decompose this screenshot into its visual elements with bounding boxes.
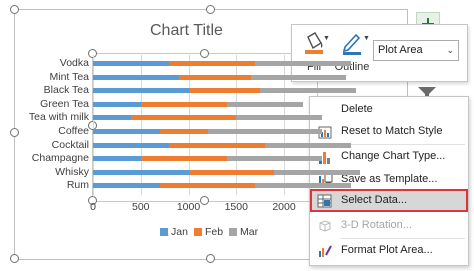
bar-jan[interactable] — [93, 74, 179, 80]
category-label: Vodka — [59, 57, 89, 69]
menu-separator — [341, 238, 465, 239]
bar-jan[interactable] — [93, 129, 160, 134]
menu-separator — [341, 144, 465, 145]
menu-item-reset-style-label: Reset to Match Style — [341, 125, 443, 137]
bar-feb[interactable] — [188, 88, 261, 94]
format-mini-toolbar: Fill Outline ▼ ▼ Plot Area ⌄ — [291, 24, 468, 82]
bar-mar[interactable] — [226, 101, 304, 107]
bar-jan[interactable] — [93, 115, 132, 121]
bar-mar[interactable] — [250, 74, 347, 80]
legend-swatch-feb — [193, 228, 202, 236]
fill-dropdown-arrow[interactable]: ▼ — [323, 35, 330, 42]
resize-handle-top-left[interactable] — [10, 5, 19, 14]
category-label: Champagne — [31, 152, 89, 165]
legend-item-mar: Mar — [229, 226, 258, 238]
legend-item-feb: Feb — [193, 226, 224, 238]
x-tick-label: 1500 — [224, 201, 248, 213]
legend-swatch-mar — [229, 228, 238, 236]
bar-mar[interactable] — [255, 183, 351, 189]
bar-mar[interactable] — [236, 115, 323, 121]
bar-feb[interactable] — [140, 156, 227, 162]
category-label: Green Tea — [40, 97, 89, 110]
category-label: Whisky — [55, 165, 89, 178]
category-label: Coffee — [58, 125, 89, 137]
bar-jan[interactable] — [93, 183, 160, 189]
bar-feb[interactable] — [159, 129, 208, 134]
context-menu: Delete Reset to Match Style Change Chart… — [309, 96, 469, 266]
bar-jan[interactable] — [93, 169, 189, 175]
chevron-down-icon: ⌄ — [446, 45, 454, 55]
category-label: Black Tea — [43, 84, 89, 97]
bar-feb[interactable] — [131, 115, 237, 121]
menu-item-delete[interactable]: Delete — [310, 99, 468, 121]
bar-jan[interactable] — [93, 101, 141, 107]
bar-feb[interactable] — [169, 61, 256, 66]
bar-feb[interactable] — [140, 101, 227, 107]
chart-title[interactable]: Chart Title — [150, 22, 223, 40]
resize-handle-bottom-left[interactable] — [10, 254, 19, 263]
chart-legend[interactable]: Jan Feb Mar — [160, 226, 258, 238]
resize-handle-left-middle[interactable] — [10, 128, 19, 137]
rotation-3d-icon — [317, 218, 333, 234]
bar-mar[interactable] — [274, 169, 361, 175]
menu-item-select-data[interactable]: Select Data... — [310, 189, 468, 212]
bar-feb[interactable] — [159, 183, 256, 189]
resize-handle-bottom-center[interactable] — [206, 254, 215, 263]
menu-item-save-template-label: Save as Template... — [341, 173, 438, 185]
bar-mar[interactable] — [226, 156, 323, 162]
menu-item-change-chart-type-label: Change Chart Type... — [341, 150, 446, 162]
legend-label-mar: Mar — [240, 226, 259, 238]
x-tick-label: 0 — [90, 201, 96, 213]
bar-jan[interactable] — [93, 156, 141, 162]
bar-feb[interactable] — [188, 169, 275, 175]
legend-swatch-jan — [160, 228, 168, 236]
category-label: Rum — [66, 179, 89, 192]
select-data-icon — [317, 193, 333, 209]
bar-mar[interactable] — [255, 61, 351, 66]
x-tick-label: 1000 — [176, 201, 201, 213]
bar-feb[interactable] — [178, 74, 251, 80]
bar-jan[interactable] — [93, 88, 189, 94]
pen-outline-icon — [342, 33, 361, 55]
resize-handle-top-center[interactable] — [206, 5, 215, 14]
legend-label-jan: Jan — [171, 226, 188, 238]
x-tick-label: 500 — [131, 201, 150, 213]
bar-jan[interactable] — [93, 142, 170, 148]
outline-dropdown-arrow[interactable]: ▼ — [363, 35, 370, 42]
bar-jan[interactable] — [93, 61, 170, 66]
plot-handle-top-center[interactable] — [200, 49, 209, 58]
bar-mar[interactable] — [260, 88, 356, 94]
category-label: Cocktail — [51, 138, 89, 151]
category-label: Tea with milk — [28, 111, 89, 124]
chart-element-select[interactable]: Plot Area ⌄ — [373, 40, 459, 61]
chart-element-select-value: Plot Area — [378, 44, 423, 56]
legend-item-jan: Jan — [160, 226, 188, 238]
menu-item-select-data-label: Select Data... — [341, 194, 408, 206]
legend-label-feb: Feb — [204, 226, 224, 238]
menu-item-change-chart-type[interactable]: Change Chart Type... — [310, 146, 468, 168]
menu-item-3d-rotation-label: 3-D Rotation... — [341, 219, 412, 231]
format-plot-area-icon — [317, 243, 333, 259]
menu-item-format-plot-area[interactable]: Format Plot Area... — [310, 240, 468, 262]
bar-mar[interactable] — [207, 129, 323, 134]
menu-item-3d-rotation: 3-D Rotation... — [310, 215, 468, 237]
bar-mar[interactable] — [264, 142, 351, 148]
menu-item-format-plot-area-label: Format Plot Area... — [341, 244, 433, 256]
menu-item-reset-style[interactable]: Reset to Match Style — [310, 121, 468, 143]
category-label: Mint Tea — [49, 70, 90, 83]
menu-item-delete-label: Delete — [341, 103, 373, 115]
x-tick-label: 2000 — [272, 201, 296, 213]
bar-feb[interactable] — [169, 142, 265, 148]
